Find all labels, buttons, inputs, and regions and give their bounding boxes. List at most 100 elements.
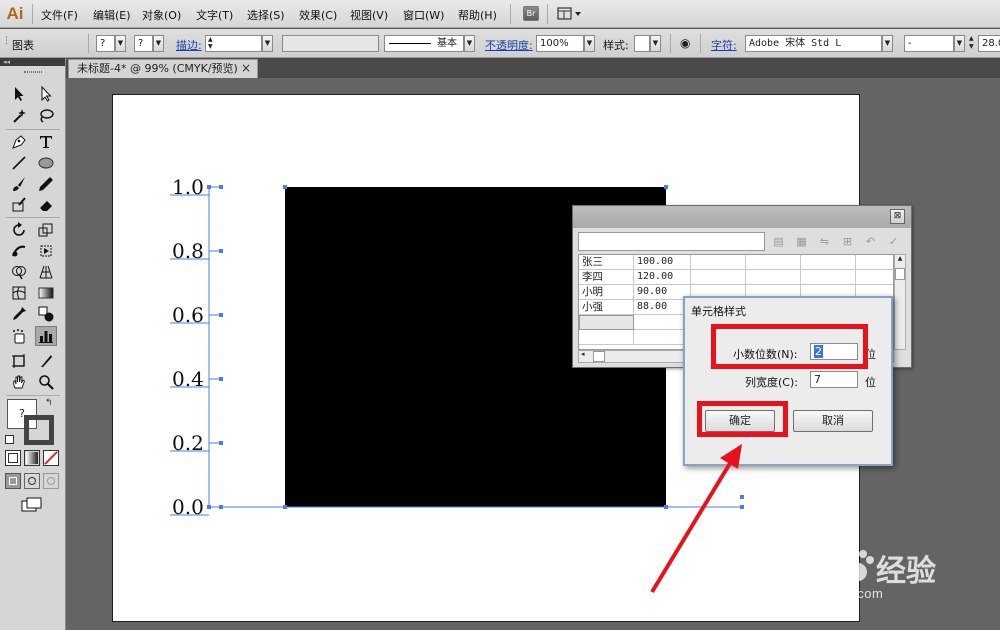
menu-select[interactable]: 选择(S) <box>247 7 285 23</box>
free-transform-tool-icon[interactable] <box>35 241 57 261</box>
eraser-tool-icon[interactable] <box>35 195 57 215</box>
import-data-icon[interactable]: ▤ <box>770 234 787 249</box>
menu-help[interactable]: 帮助(H) <box>458 7 497 23</box>
stroke-swatch-large[interactable] <box>24 415 54 445</box>
table-cell[interactable] <box>801 255 856 270</box>
stroke-label[interactable]: 描边: <box>176 37 202 53</box>
pencil-tool-icon[interactable] <box>35 174 57 194</box>
stroke-swatch[interactable]: ? <box>134 35 153 52</box>
menu-type[interactable]: 文字(T) <box>196 7 233 23</box>
rotate-tool-icon[interactable] <box>8 220 30 240</box>
table-cell[interactable] <box>856 270 893 285</box>
menu-file[interactable]: 文件(F) <box>41 7 78 23</box>
document-tab[interactable]: 未标题-4* @ 99% (CMYK/预览) × <box>68 59 258 78</box>
fill-dropdown[interactable]: ▼ <box>115 35 126 52</box>
data-window-titlebar[interactable]: ⊠ <box>573 206 911 228</box>
bridge-button[interactable]: Br <box>523 6 539 21</box>
warp-tool-icon[interactable] <box>8 241 30 261</box>
menu-effect[interactable]: 效果(C) <box>299 7 337 23</box>
none-mode-icon[interactable] <box>43 450 59 466</box>
color-mode-icon[interactable] <box>5 450 21 466</box>
scroll-thumb[interactable] <box>895 268 905 280</box>
slice-tool-icon[interactable] <box>35 351 57 371</box>
magic-wand-tool-icon[interactable] <box>8 106 30 126</box>
vertical-scrollbar[interactable]: ▲ <box>894 254 906 350</box>
font-size-spinner-icon[interactable]: ▲ ▼ <box>969 35 974 51</box>
table-cell[interactable] <box>801 270 856 285</box>
spinner-arrows-icon[interactable]: ▲ ▼ <box>208 36 213 50</box>
lasso-tool-icon[interactable] <box>35 106 57 126</box>
cell-entry-field[interactable] <box>578 232 765 251</box>
cancel-button[interactable]: 取消 <box>793 410 873 432</box>
brush-definition[interactable]: 基本 <box>384 35 464 52</box>
opacity-dropdown[interactable]: ▼ <box>584 35 595 52</box>
workspace-switcher-button[interactable] <box>557 6 583 21</box>
table-row[interactable]: 李四 120.00 <box>579 270 893 285</box>
collapse-panel-icon[interactable]: ◂◂ <box>0 58 65 66</box>
scale-tool-icon[interactable] <box>35 220 57 240</box>
selection-tool-icon[interactable] <box>8 84 30 104</box>
table-cell-value[interactable]: 100.00 <box>634 255 691 270</box>
stroke-weight-dropdown[interactable]: ▼ <box>262 35 273 52</box>
transpose-icon[interactable]: ▦ <box>793 234 810 249</box>
font-size-field[interactable]: 28.0 <box>978 35 1000 52</box>
table-cell-value[interactable]: 120.00 <box>634 270 691 285</box>
direct-selection-tool-icon[interactable] <box>35 84 57 104</box>
close-icon[interactable]: ⊠ <box>890 209 905 224</box>
hand-tool-icon[interactable] <box>8 372 30 392</box>
draw-behind-icon[interactable] <box>24 473 40 489</box>
font-style-field[interactable]: - <box>904 35 954 52</box>
close-icon[interactable]: × <box>241 60 251 77</box>
graphic-style-swatch[interactable] <box>634 35 650 52</box>
table-cell-name[interactable] <box>579 315 634 330</box>
paintbrush-tool-icon[interactable] <box>8 174 30 194</box>
table-cell-name[interactable]: 小强 <box>579 300 634 315</box>
perspective-grid-tool-icon[interactable] <box>35 262 57 282</box>
font-family-field[interactable]: Adobe 宋体 Std L <box>745 35 882 52</box>
table-cell[interactable] <box>691 255 746 270</box>
blend-tool-icon[interactable] <box>35 304 57 324</box>
gradient-mode-icon[interactable] <box>24 450 40 466</box>
menu-object[interactable]: 对象(O) <box>142 7 181 23</box>
opacity-field[interactable]: 100% <box>536 35 584 52</box>
table-cell[interactable] <box>746 270 801 285</box>
font-family-dropdown[interactable]: ▼ <box>882 35 893 52</box>
fill-swatch[interactable]: ? <box>96 35 115 52</box>
recolor-icon[interactable]: ◉ <box>680 36 690 50</box>
column-width-input[interactable]: 7 <box>810 371 858 388</box>
table-cell-name[interactable]: 小明 <box>579 285 634 300</box>
scroll-thumb[interactable] <box>593 351 605 362</box>
swap-fill-stroke-icon[interactable]: ↰ <box>45 398 53 408</box>
column-graph-tool-icon[interactable] <box>35 326 57 346</box>
ellipse-tool-icon[interactable] <box>35 153 57 173</box>
scroll-up-icon[interactable]: ▲ <box>895 255 905 265</box>
table-row[interactable]: 张三 100.00 <box>579 255 893 270</box>
blob-brush-tool-icon[interactable] <box>8 195 30 215</box>
eyedropper-tool-icon[interactable] <box>8 304 30 324</box>
menu-edit[interactable]: 编辑(E) <box>93 7 131 23</box>
variable-width-profile[interactable] <box>282 35 379 52</box>
table-cell[interactable] <box>746 255 801 270</box>
table-cell-name[interactable]: 张三 <box>579 255 634 270</box>
mesh-tool-icon[interactable] <box>8 283 30 303</box>
line-segment-tool-icon[interactable] <box>8 153 30 173</box>
change-screen-mode-icon[interactable] <box>21 497 43 513</box>
table-cell-name[interactable]: 李四 <box>579 270 634 285</box>
opacity-label[interactable]: 不透明度: <box>485 37 533 53</box>
symbol-sprayer-tool-icon[interactable] <box>8 326 30 346</box>
stroke-dropdown[interactable]: ▼ <box>153 35 164 52</box>
shape-builder-tool-icon[interactable] <box>8 262 30 282</box>
draw-normal-icon[interactable] <box>5 473 21 489</box>
switch-xy-icon[interactable]: ⇋ <box>816 234 833 249</box>
table-cell-name[interactable] <box>579 330 634 345</box>
zoom-tool-icon[interactable] <box>35 372 57 392</box>
graphic-style-dropdown[interactable]: ▼ <box>650 35 661 52</box>
revert-icon[interactable]: ↶ <box>862 234 879 249</box>
panel-grip[interactable] <box>24 71 42 73</box>
table-cell[interactable] <box>856 255 893 270</box>
scroll-left-icon[interactable]: ◂ <box>581 350 585 358</box>
stroke-weight-field[interactable]: ▲ ▼ <box>205 35 262 52</box>
draw-inside-icon[interactable] <box>43 473 59 489</box>
table-cell[interactable] <box>691 270 746 285</box>
cell-style-dialog[interactable]: 单元格样式 小数位数(N): 2 位 列宽度(C): 7 位 确定 取消 <box>683 296 893 466</box>
